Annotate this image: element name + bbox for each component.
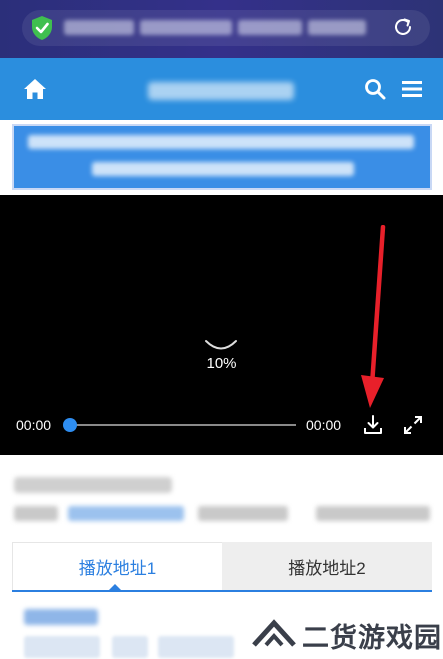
notice-line-1-obscured (28, 135, 414, 149)
tab-source-2[interactable]: 播放地址2 (222, 542, 432, 590)
episode-button-obscured[interactable] (112, 636, 148, 658)
progress-track[interactable] (70, 424, 296, 426)
watermark-text: 二货游戏园 (302, 623, 442, 654)
url-text-obscured (64, 20, 366, 35)
search-icon[interactable] (364, 78, 386, 100)
home-icon[interactable] (22, 77, 48, 101)
hamburger-menu-icon[interactable] (402, 80, 422, 98)
watermark-logo-icon (252, 619, 296, 647)
episode-button-obscured[interactable] (158, 636, 234, 658)
red-arrow-annotation (361, 225, 386, 408)
loading-spinner-icon (205, 340, 237, 350)
episode-button-obscured[interactable] (24, 636, 100, 658)
tab-underline (12, 590, 432, 592)
download-icon[interactable] (362, 414, 384, 436)
shield-check-icon (32, 16, 52, 40)
tab-source-1[interactable]: 播放地址1 (12, 542, 222, 590)
source-tabs: 播放地址1 播放地址2 (12, 542, 432, 590)
meta-tags-obscured[interactable] (68, 506, 184, 521)
meta-region-obscured (198, 506, 288, 521)
reload-icon[interactable] (392, 16, 414, 38)
current-time: 00:00 (16, 417, 52, 433)
episode-label-obscured (24, 609, 98, 625)
meta-type-obscured (14, 506, 58, 521)
progress-handle[interactable] (63, 418, 77, 432)
duration-time: 00:00 (306, 417, 342, 433)
notice-banner[interactable] (12, 124, 432, 190)
notice-line-2-obscured (92, 162, 354, 176)
site-title-obscured (148, 82, 294, 100)
video-title-obscured (14, 477, 172, 493)
meta-year-obscured (316, 506, 430, 521)
fullscreen-icon[interactable] (402, 414, 424, 436)
